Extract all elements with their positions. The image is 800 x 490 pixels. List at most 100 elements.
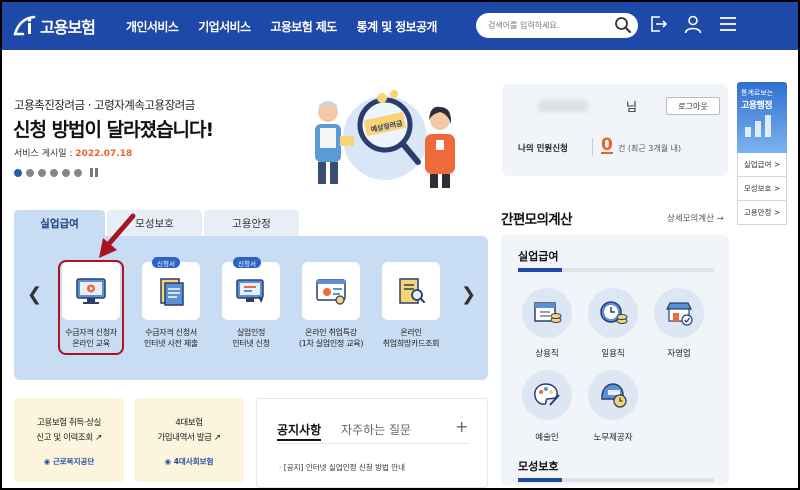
external-link-icon: ↗ [213, 433, 221, 443]
quick-item-stability[interactable]: 고용안정 > [737, 201, 787, 225]
petition-unit: 건 (최근 3개월 내) [618, 144, 682, 153]
card-line2: 가입내역서 발급 ↗ [157, 433, 221, 443]
service-card-unemployment-recognition[interactable] [222, 262, 280, 320]
card-search-icon [399, 278, 425, 304]
calc-item-artist[interactable] [522, 370, 572, 420]
petition-count[interactable]: 0 [601, 135, 613, 155]
banner-dot[interactable] [74, 168, 82, 177]
section-underline [518, 268, 714, 272]
divider [592, 138, 593, 156]
pause-icon[interactable] [90, 168, 99, 177]
tab-unemployment[interactable]: 실업급여 [14, 210, 105, 236]
clock-coins-icon [600, 301, 628, 324]
logout-button[interactable]: 로그아웃 [666, 97, 720, 115]
logout-icon[interactable] [648, 14, 668, 34]
search-icon[interactable] [614, 16, 632, 34]
calc-item-label: 예술인 [535, 433, 559, 443]
nav-insurance-system[interactable]: 고용보험 제도 [270, 18, 337, 35]
banner-dot[interactable] [62, 168, 70, 177]
logo-text: 고용보험 [40, 18, 96, 37]
quick-stats-banner[interactable]: 통계로보는 고용행정 [737, 82, 787, 153]
user-name-blurred [538, 100, 588, 112]
banner-dot[interactable] [14, 168, 22, 177]
quick-top-line2: 고용행정 [741, 101, 773, 111]
banner-date: 서비스 게시일 : 2022.07.18 [14, 146, 132, 159]
chevron-right-icon[interactable]: ❯ [461, 284, 476, 305]
calendar-coins-icon [534, 302, 562, 323]
user-icon[interactable] [683, 14, 703, 34]
banner-pagination [14, 168, 99, 177]
chevron-left-icon[interactable]: ❮ [27, 284, 42, 305]
quick-menu: 통계로보는 고용행정 실업급여 > 모성보호 > 고용안정 > [737, 82, 787, 232]
nav-personal-service[interactable]: 개인서비스 [126, 18, 179, 35]
helmet-clock-icon [601, 383, 627, 408]
service-card-online-lecture[interactable] [302, 262, 360, 320]
calc-item-label: 노무제공자 [593, 433, 633, 443]
site-logo[interactable]: 고용보험 [12, 14, 96, 38]
calc-section-maternity: 모성보호 [518, 460, 559, 473]
bar-chart-icon [745, 115, 771, 137]
notice-item[interactable]: · [공지] 인터넷 실업인정 신청 방법 안내 [279, 462, 405, 473]
quick-item-unemployment[interactable]: 실업급여 > [737, 153, 787, 177]
more-plus-icon[interactable]: + [455, 417, 468, 436]
red-arrow-annotation [99, 213, 136, 258]
divider [277, 443, 469, 444]
calc-section-unemployment: 실업급여 [518, 250, 559, 263]
service-card-job-card-lookup[interactable] [382, 262, 440, 320]
header-icons [648, 14, 738, 34]
banner-date-label: 서비스 게시일 : [14, 149, 76, 159]
main-nav: 개인서비스 기업서비스 고용보험 제도 통계 및 정보공개 [126, 18, 437, 35]
service-label: 온라인 취업희망카드조회 [382, 328, 440, 348]
calc-item-freelancer[interactable] [588, 370, 638, 420]
banner-title[interactable]: 신청 방법이 달라졌습니다! [13, 115, 214, 142]
store-icon [666, 302, 693, 326]
quick-item-maternity[interactable]: 모성보호 > [737, 177, 787, 201]
banner-subtitle: 고용촉진장려금 · 고령자계속고용장려금 [14, 98, 195, 112]
document-icon [160, 278, 184, 306]
palette-icon [534, 383, 560, 406]
calc-item-daily[interactable] [588, 288, 638, 338]
org-logo-4insure: ◉ 4대사회보험 [164, 457, 214, 466]
notice-panel: 공지사항 자주하는 질문 + · [공지] 인터넷 실업인정 신청 방법 안내 [256, 398, 488, 488]
banner-illustration: 예상장려금 [315, 90, 455, 188]
calc-item-regular[interactable] [522, 288, 572, 338]
insurance-certificate-card[interactable]: 4대보험 가입내역서 발급 ↗ ◉ 4대사회보험 [134, 398, 244, 482]
banner-dot[interactable] [26, 168, 34, 177]
highlight-box [58, 260, 124, 355]
user-panel: 님 로그아웃 나의 민원신청 0 건 (최근 3개월 내) [502, 84, 728, 176]
petition-label: 나의 민원신청 [518, 144, 568, 154]
application-badge: 신청서 [233, 257, 261, 268]
card-line1: 고용보험 취득·상실 [37, 418, 101, 428]
search-input[interactable] [476, 13, 602, 38]
tab-notice[interactable]: 공지사항 [277, 421, 322, 441]
menu-icon[interactable] [718, 14, 738, 34]
calc-item-label: 상용직 [535, 349, 559, 359]
service-card-eligibility-submit[interactable] [142, 262, 200, 320]
external-link-icon: ↗ [95, 433, 102, 443]
section-underline [518, 478, 714, 482]
insurance-history-card[interactable]: 고용보험 취득·상실 신고 및 이력조회 ↗ ◉ 근로복지공단 [14, 398, 124, 482]
org-logo-comwel: ◉ 근로복지공단 [43, 457, 95, 466]
nav-business-service[interactable]: 기업서비스 [198, 18, 251, 35]
banner-dot[interactable] [50, 168, 58, 177]
banner-date-value: 2022.07.18 [75, 149, 133, 159]
calc-item-label: 일용직 [601, 349, 625, 359]
banner-dot[interactable] [38, 168, 46, 177]
detailed-calc-link[interactable]: 상세모의계산 → [667, 212, 724, 224]
card-line1: 4대보험 [175, 418, 203, 428]
computer-check-icon [236, 279, 264, 303]
quick-top-line1: 통계로보는 [741, 89, 774, 97]
logo-mark-icon [13, 15, 36, 36]
calc-panel [501, 235, 729, 485]
tab-stability[interactable]: 고용안정 [204, 210, 299, 236]
application-badge: 신청서 [152, 257, 180, 268]
video-lecture-icon [316, 279, 346, 305]
card-line2: 신고 및 이력조회 ↗ [36, 433, 102, 443]
calc-item-self-employed[interactable] [654, 288, 704, 338]
top-navigation-bar: 고용보험 개인서비스 기업서비스 고용보험 제도 통계 및 정보공개 [2, 2, 798, 50]
calc-item-label: 자영업 [667, 349, 691, 359]
user-honorific: 님 [626, 100, 638, 114]
search-box [476, 13, 638, 38]
tab-faq[interactable]: 자주하는 질문 [341, 421, 411, 438]
nav-statistics[interactable]: 통계 및 정보공개 [357, 18, 438, 35]
